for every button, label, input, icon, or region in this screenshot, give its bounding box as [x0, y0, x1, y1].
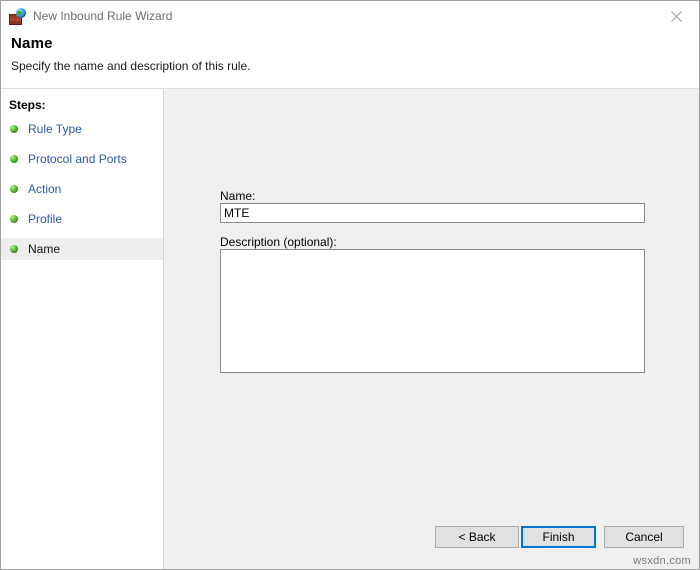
sidebar-item-profile[interactable]: Profile	[1, 208, 163, 230]
button-bar: < Back Finish Cancel wsxdn.com	[164, 507, 699, 569]
globe-shape	[16, 7, 26, 18]
green-sphere-bullet-icon	[10, 155, 18, 163]
green-sphere-bullet-icon	[10, 215, 18, 223]
green-sphere-bullet-icon	[10, 185, 18, 193]
sidebar-item-protocol-and-ports[interactable]: Protocol and Ports	[1, 148, 163, 170]
sidebar-item-label: Profile	[28, 212, 63, 226]
form-area: Name: Description (optional):	[164, 89, 699, 507]
sidebar-item-label: Name	[28, 242, 61, 256]
wizard-body: Steps: Rule Type Protocol and Ports Acti…	[1, 89, 699, 569]
title-bar: New Inbound Rule Wizard	[1, 1, 699, 31]
sidebar-item-name[interactable]: Name	[1, 238, 163, 260]
close-icon[interactable]	[653, 1, 699, 31]
back-button[interactable]: < Back	[435, 526, 519, 548]
window-title: New Inbound Rule Wizard	[33, 9, 173, 23]
watermark: wsxdn.com	[633, 555, 691, 567]
steps-heading: Steps:	[9, 98, 46, 112]
green-sphere-bullet-icon	[10, 125, 18, 133]
cancel-button[interactable]: Cancel	[604, 526, 684, 548]
steps-sidebar: Steps: Rule Type Protocol and Ports Acti…	[1, 89, 164, 569]
page-title: Name	[11, 35, 53, 52]
page-subtitle: Specify the name and description of this…	[11, 59, 251, 73]
green-sphere-bullet-icon	[10, 245, 18, 253]
sidebar-item-action[interactable]: Action	[1, 178, 163, 200]
firewall-icon	[9, 7, 26, 25]
sidebar-item-label: Protocol and Ports	[28, 152, 127, 166]
page-header: Name Specify the name and description of…	[1, 31, 699, 89]
finish-button[interactable]: Finish	[521, 526, 596, 548]
description-textarea[interactable]	[220, 249, 645, 373]
wizard-window: New Inbound Rule Wizard Name Specify the…	[0, 0, 700, 570]
sidebar-item-label: Rule Type	[28, 122, 82, 136]
name-field-label: Name:	[220, 189, 256, 203]
sidebar-item-rule-type[interactable]: Rule Type	[1, 118, 163, 140]
name-input[interactable]	[220, 203, 645, 223]
sidebar-item-label: Action	[28, 182, 62, 196]
description-field-label: Description (optional):	[220, 235, 337, 249]
main-pane: Name: Description (optional): < Back Fin…	[164, 89, 699, 569]
